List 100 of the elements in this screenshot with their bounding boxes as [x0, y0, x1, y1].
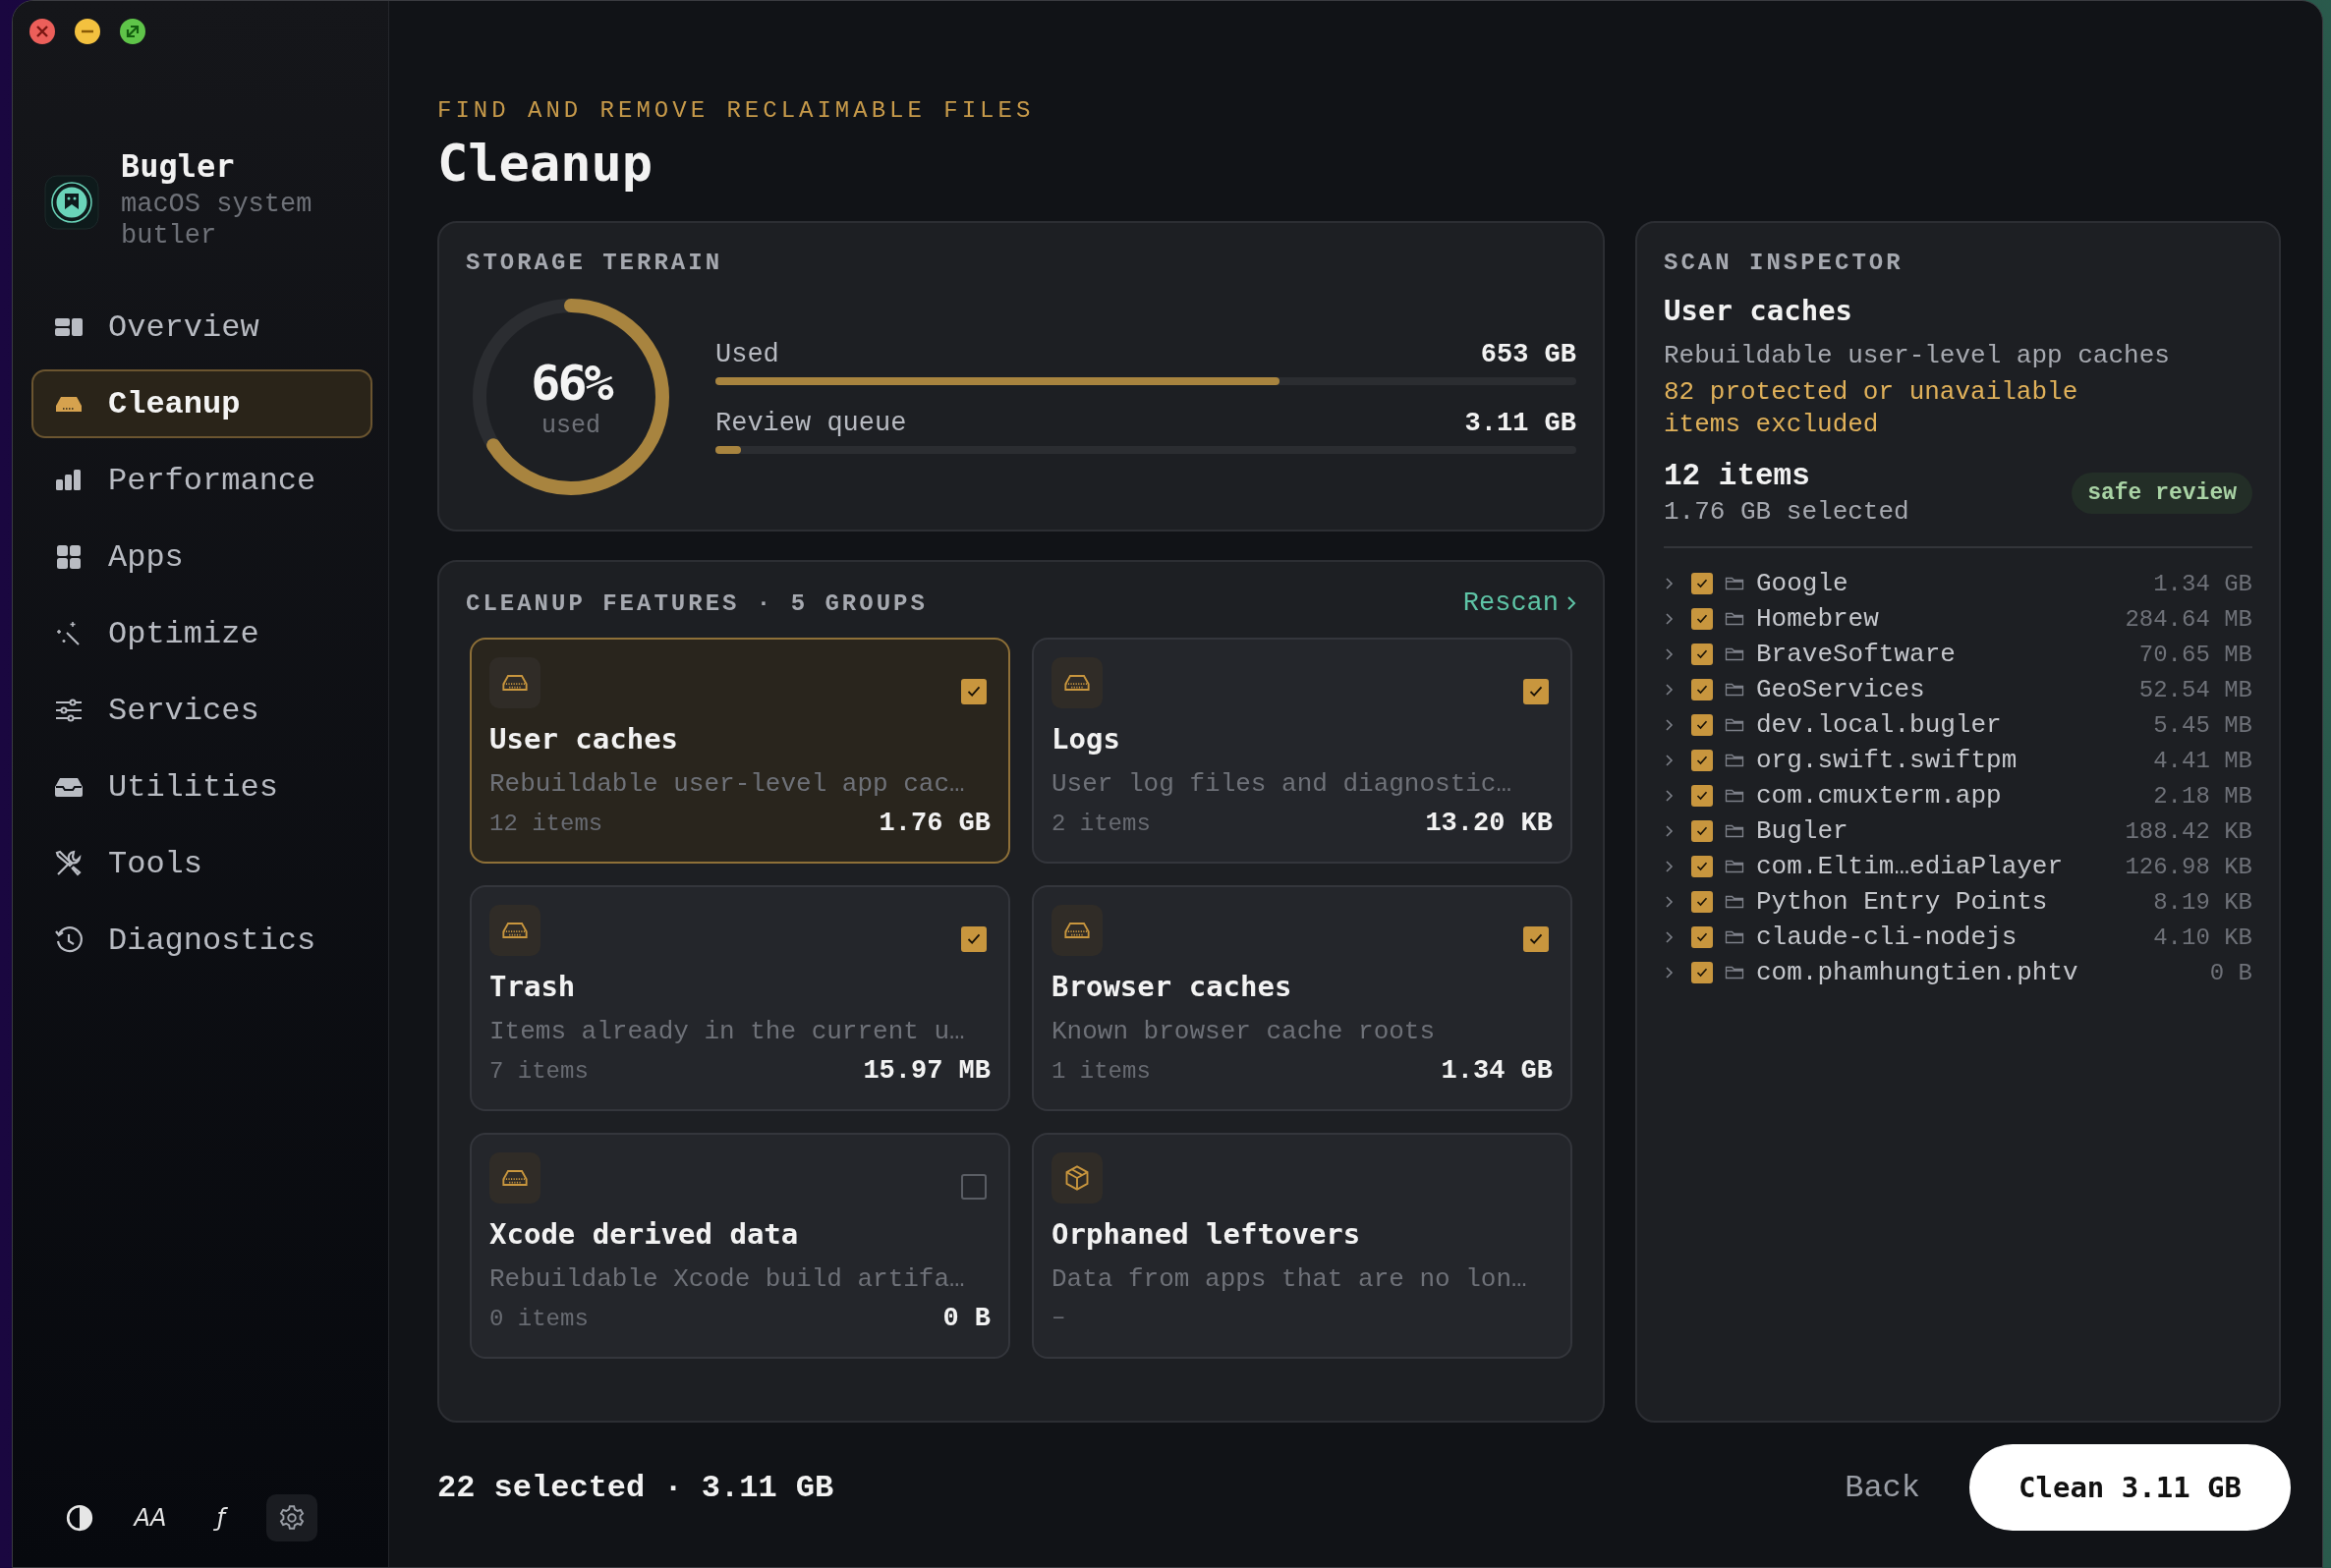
- sidebar-item[interactable]: Services: [31, 676, 372, 745]
- file-size: 1.34 GB: [2153, 570, 2252, 597]
- file-size: 126.98 KB: [2125, 853, 2252, 880]
- page-title: Cleanup: [437, 133, 654, 195]
- close-icon[interactable]: [28, 18, 56, 45]
- sidebar-item[interactable]: Optimize: [31, 599, 372, 668]
- feature-card[interactable]: Orphaned leftovers Data from apps that are no lon… –: [1032, 1133, 1572, 1359]
- chevron-icon[interactable]: [1664, 788, 1676, 804]
- package-icon: [1063, 1164, 1091, 1192]
- chevron-icon[interactable]: [1664, 576, 1676, 591]
- folder-icon: [1725, 576, 1744, 591]
- item-count: 1 items: [1052, 1058, 1151, 1085]
- feature-title: User caches: [489, 722, 680, 756]
- sidebar-item[interactable]: Utilities: [31, 753, 372, 821]
- checkbox[interactable]: [1691, 608, 1713, 630]
- file-size: 52.54 MB: [2138, 676, 2252, 703]
- checkbox[interactable]: [1691, 750, 1713, 771]
- feature-title: Browser caches: [1052, 970, 1293, 1003]
- sidebar-item[interactable]: Apps: [31, 523, 372, 591]
- feature-card[interactable]: Logs User log files and diagnostic… 2 items 13.20 KB: [1032, 638, 1572, 864]
- item-count: 12 items: [1664, 459, 1811, 493]
- card-heading: CLEANUP FEATURES · 5 GROUPS: [466, 589, 928, 617]
- feature-description: Data from apps that are no lon…: [1052, 1264, 1528, 1294]
- feature-card[interactable]: Xcode derived data Rebuildable Xcode build artifa… 0 items 0 B: [470, 1133, 1010, 1359]
- chevron-icon[interactable]: [1664, 717, 1676, 733]
- sidebar-item[interactable]: Diagnostics: [31, 906, 372, 975]
- chevron-icon[interactable]: [1664, 929, 1676, 945]
- zoom-icon[interactable]: [119, 18, 146, 45]
- file-name: com.cmuxterm.app: [1756, 781, 2003, 811]
- page-eyebrow: FIND AND REMOVE RECLAIMABLE FILES: [437, 97, 1036, 124]
- feature-size: 13.20 KB: [1425, 809, 1553, 838]
- sidebar-item[interactable]: Performance: [31, 446, 372, 515]
- chevron-icon[interactable]: [1664, 646, 1676, 662]
- sidebar-item[interactable]: Cleanup: [31, 369, 372, 438]
- checkbox[interactable]: [1691, 573, 1713, 594]
- folder-icon: [1725, 894, 1744, 910]
- checkbox[interactable]: [1691, 785, 1713, 807]
- feature-description: Rebuildable user-level app cac…: [489, 769, 966, 799]
- feature-card[interactable]: Trash Items already in the current u… 7 items 15.97 MB: [470, 885, 1010, 1111]
- checkbox[interactable]: [1691, 820, 1713, 842]
- item-count: 12 items: [489, 811, 603, 837]
- file-size: 0 B: [2209, 959, 2252, 986]
- chevron-icon: [1566, 595, 1576, 611]
- feature-card[interactable]: Browser caches Known browser cache roots 1 items 1.34 GB: [1032, 885, 1572, 1111]
- folder-icon: [1725, 753, 1744, 768]
- sidebar-item[interactable]: Overview: [31, 293, 372, 362]
- chevron-icon[interactable]: [1664, 682, 1676, 698]
- warning-text: 82 protected or unavailable items excluded: [1664, 376, 2079, 441]
- inspector-description: Rebuildable user-level app caches: [1664, 341, 2171, 370]
- chevron-icon[interactable]: [1664, 894, 1676, 910]
- card-heading: SCAN INSPECTOR: [1664, 250, 1905, 276]
- feature-size: 15.97 MB: [863, 1056, 991, 1086]
- file-name: Bugler: [1756, 816, 1849, 846]
- checkbox[interactable]: [1691, 962, 1713, 983]
- chevron-icon[interactable]: [1664, 859, 1676, 874]
- checkbox[interactable]: [1523, 926, 1549, 952]
- feature-title: Logs: [1052, 722, 1121, 756]
- clean-button[interactable]: Clean 3.11 GB: [1969, 1444, 2291, 1531]
- file-size: 284.64 MB: [2125, 605, 2252, 633]
- checkbox[interactable]: [961, 679, 987, 704]
- chevron-icon[interactable]: [1664, 965, 1676, 980]
- checkbox[interactable]: [1691, 926, 1713, 948]
- folder-icon: [1725, 717, 1744, 733]
- chevron-icon[interactable]: [1664, 611, 1676, 627]
- file-name: com.phamhungtien.phtv: [1756, 958, 2079, 987]
- font-button[interactable]: AA: [125, 1494, 176, 1541]
- chevron-icon[interactable]: [1664, 753, 1676, 768]
- settings-button[interactable]: [266, 1494, 317, 1541]
- folder-icon: [1725, 929, 1744, 945]
- bar-reading: 653 GB: [1480, 340, 1576, 369]
- checkbox[interactable]: [1523, 679, 1549, 704]
- file-name: claude-cli-nodejs: [1756, 923, 2018, 952]
- item-count: 7 items: [489, 1058, 589, 1085]
- minimize-icon[interactable]: [74, 18, 101, 45]
- feature-description: Rebuildable Xcode build artifa…: [489, 1264, 966, 1294]
- checkbox[interactable]: [961, 1174, 987, 1200]
- checkbox[interactable]: [1691, 644, 1713, 665]
- font-button[interactable]: ƒ: [196, 1494, 247, 1541]
- feature-description: Known browser cache roots: [1052, 1017, 1437, 1046]
- file-name: Google: [1756, 569, 1849, 598]
- checkbox[interactable]: [1691, 714, 1713, 736]
- folder-icon: [1725, 646, 1744, 662]
- sidebar-item[interactable]: Tools: [31, 829, 372, 898]
- back-button[interactable]: Back: [1825, 1459, 1940, 1516]
- item-count: 0 items: [489, 1306, 589, 1332]
- checkbox[interactable]: [1691, 856, 1713, 877]
- feature-card[interactable]: User caches Rebuildable user-level app cac… 12 items 1.76 GB: [470, 638, 1010, 864]
- chevron-icon[interactable]: [1664, 823, 1676, 839]
- folder-icon: [1725, 965, 1744, 980]
- feature-size: 1.34 GB: [1441, 1056, 1553, 1086]
- checkbox[interactable]: [1691, 891, 1713, 913]
- bar-reading: 3.11 GB: [1464, 409, 1576, 438]
- checkbox[interactable]: [961, 926, 987, 952]
- rescan-link[interactable]: Rescan: [1462, 588, 1576, 618]
- feature-size: 0 B: [942, 1304, 991, 1333]
- selection-summary: 22 selected · 3.11 GB: [437, 1469, 834, 1506]
- feature-description: User log files and diagnostic…: [1052, 769, 1513, 799]
- checkbox[interactable]: [1691, 679, 1713, 700]
- file-size: 5.45 MB: [2153, 711, 2252, 739]
- file-name: BraveSoftware: [1756, 640, 1957, 669]
